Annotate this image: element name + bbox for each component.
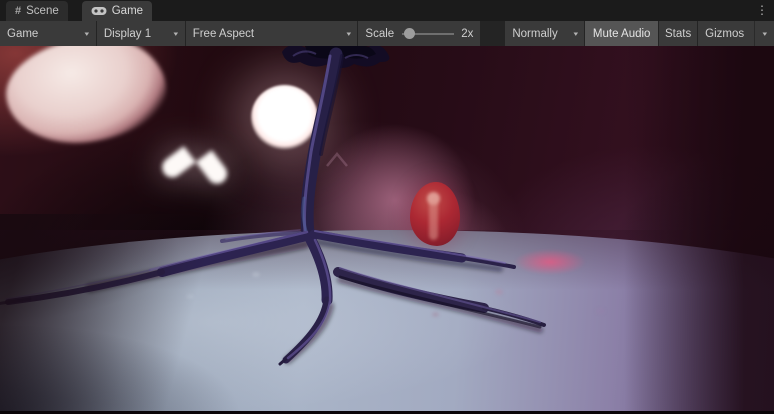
caret-down-icon: ▾ — [85, 30, 90, 38]
stats-label: Stats — [665, 28, 691, 40]
scale-slider[interactable] — [402, 28, 454, 40]
display-dropdown[interactable]: Display 1 ▾ — [97, 21, 185, 46]
aspect-ratio-label: Free Aspect — [193, 28, 254, 40]
toolbar-spacer — [481, 21, 505, 46]
caret-down-icon: ▾ — [346, 30, 351, 38]
grid-icon: # — [15, 5, 21, 17]
game-view-menu-label: Game — [7, 28, 38, 40]
scale-control: Scale 2x — [358, 21, 480, 46]
play-mode-label: Normally — [512, 28, 557, 40]
mute-audio-label: Mute Audio — [593, 28, 651, 40]
tab-game-label: Game — [112, 5, 143, 17]
game-viewport[interactable] — [0, 46, 774, 414]
caret-down-icon[interactable]: ▾ — [763, 30, 768, 38]
display-dropdown-label: Display 1 — [104, 28, 151, 40]
tab-scene-label: Scene — [26, 5, 59, 17]
game-view-toolbar: Game ▾ Display 1 ▾ Free Aspect ▾ Scale 2… — [0, 21, 774, 46]
gizmos-divider — [754, 21, 755, 46]
aspect-ratio-dropdown[interactable]: Free Aspect ▾ — [186, 21, 358, 46]
tab-game[interactable]: Game — [82, 1, 152, 21]
scale-value: 2x — [461, 28, 473, 40]
overflow-menu-icon[interactable]: ⋮ — [755, 1, 769, 19]
mute-audio-button[interactable]: Mute Audio — [585, 21, 658, 46]
gizmos-label: Gizmos — [705, 28, 744, 40]
bottom-left-vignette — [0, 324, 240, 414]
gamepad-icon — [91, 6, 107, 16]
caret-down-icon: ▾ — [174, 30, 179, 38]
scale-label: Scale — [365, 28, 394, 40]
caret-down-icon: ▾ — [573, 30, 578, 38]
right-wall-shade — [624, 46, 774, 414]
unity-game-view-window: # Scene Game ⋮ Game ▾ Display 1 ▾ Free — [0, 0, 774, 414]
scale-slider-handle[interactable] — [404, 28, 415, 39]
play-mode-dropdown[interactable]: Normally ▾ — [505, 21, 584, 46]
tab-bar: # Scene Game ⋮ — [0, 0, 774, 21]
stats-button[interactable]: Stats — [659, 21, 697, 46]
tab-scene[interactable]: # Scene — [6, 1, 68, 21]
gizmos-dropdown[interactable]: Gizmos ▾ — [698, 21, 774, 46]
game-view-menu-dropdown[interactable]: Game ▾ — [0, 21, 96, 46]
